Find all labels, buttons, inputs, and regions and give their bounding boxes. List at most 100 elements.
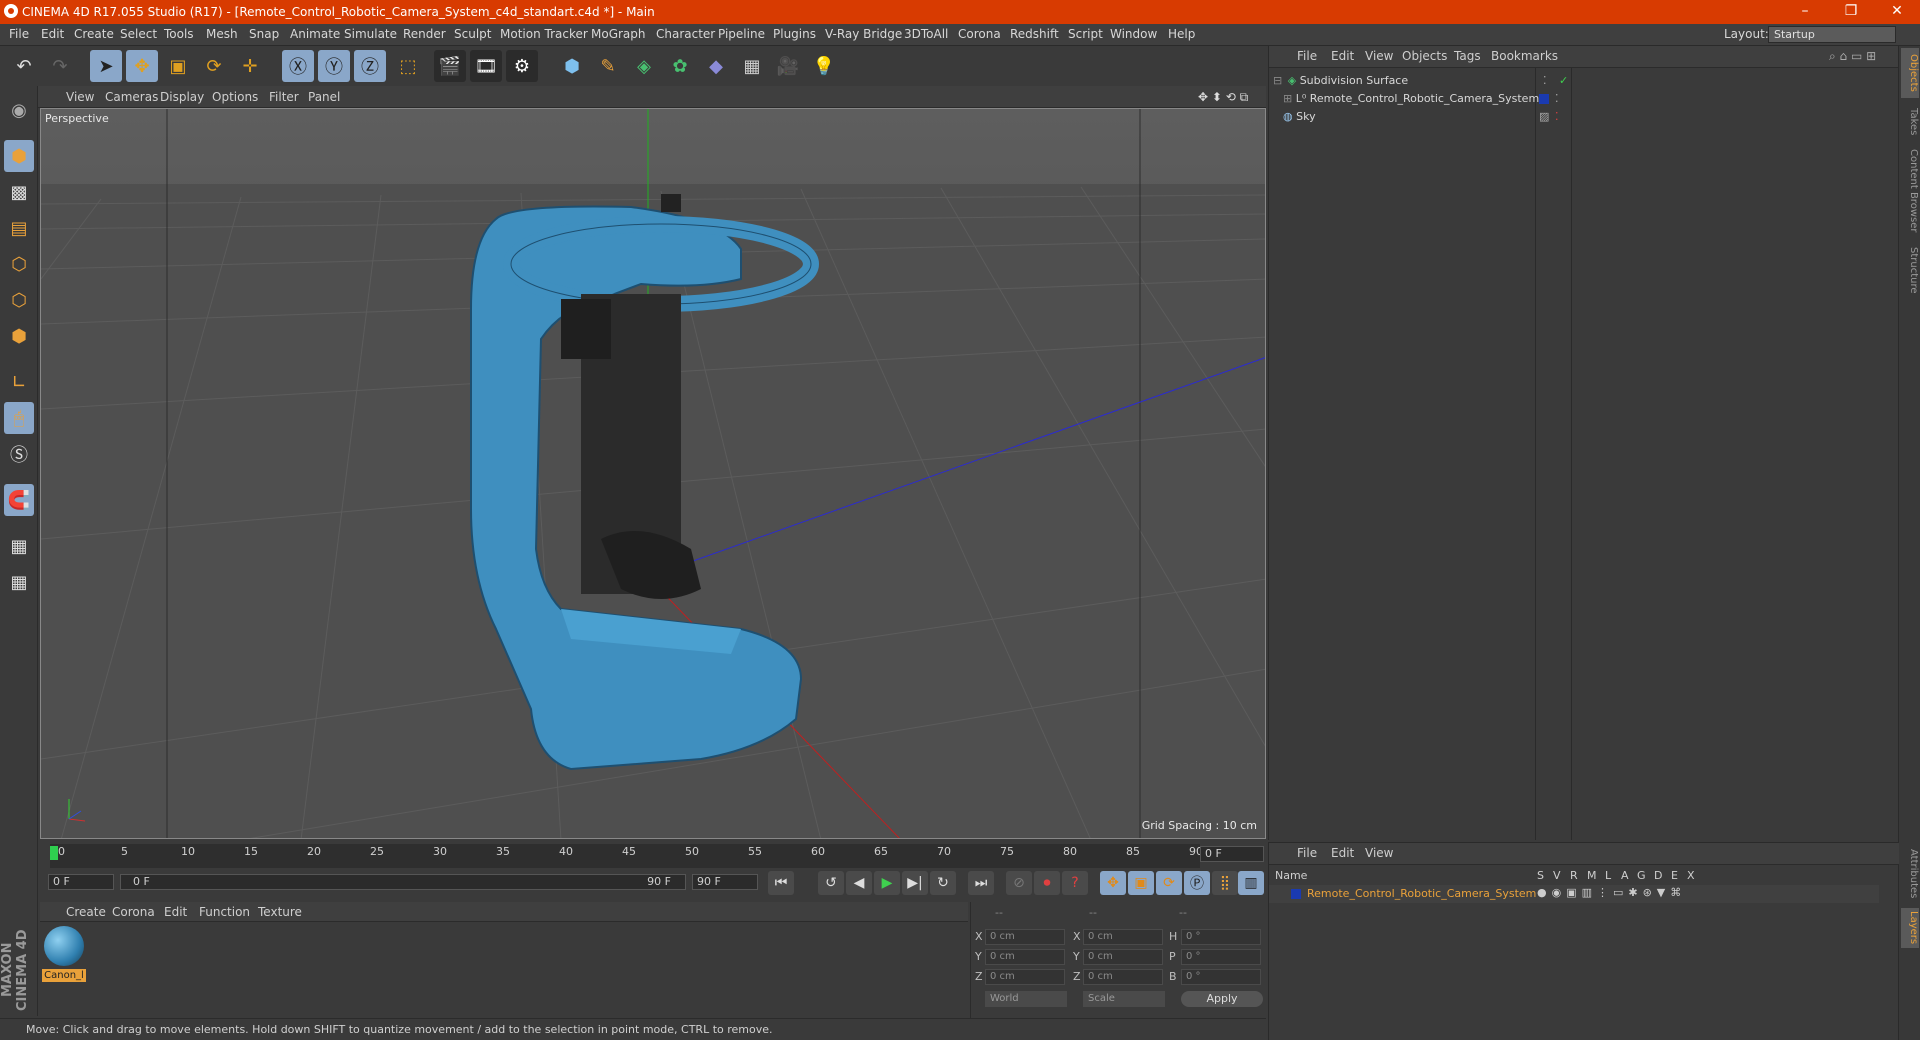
scale-tool-icon[interactable]: ▣ <box>162 50 194 82</box>
cube-primitive-icon[interactable]: ⬢ <box>556 50 588 82</box>
next-keyframe-icon[interactable]: ↻ <box>930 871 956 895</box>
end-frame-field[interactable]: 90 F <box>692 874 758 890</box>
layer-flag-icons[interactable]: ●◉▣▥⋮▭✱⊛▼⌘ <box>1537 886 1686 899</box>
key-pla-icon[interactable]: ⣿ <box>1212 871 1238 895</box>
y-axis-lock-icon[interactable]: Ⓨ <box>318 50 350 82</box>
viewport-menu-cameras[interactable]: Cameras <box>105 90 158 104</box>
visibility-dots-icon[interactable]: ⁚ <box>1543 72 1547 90</box>
object-menu-objects[interactable]: Objects <box>1402 49 1447 63</box>
viewport-menu-panel[interactable]: Panel <box>308 90 340 104</box>
menu-sculpt[interactable]: Sculpt <box>454 27 491 41</box>
polygons-mode-icon[interactable]: ⬢ <box>4 320 34 352</box>
start-frame-field[interactable]: 0 F <box>48 874 114 890</box>
pen-spline-icon[interactable]: ✎ <box>592 50 624 82</box>
menu-plugins[interactable]: Plugins <box>773 27 816 41</box>
material-menu-corona[interactable]: Corona <box>112 905 155 919</box>
layout-select[interactable]: Startup <box>1768 26 1896 43</box>
object-menu-view[interactable]: View <box>1365 49 1393 63</box>
menu-animate[interactable]: Animate <box>290 27 340 41</box>
undo-icon[interactable]: ↶ <box>8 50 40 82</box>
menu-script[interactable]: Script <box>1068 27 1103 41</box>
menu-window[interactable]: Window <box>1110 27 1157 41</box>
close-icon[interactable]: ✕ <box>1874 0 1920 24</box>
tweak-mode-icon[interactable]: 🖱 <box>4 402 34 434</box>
key-rotation-icon[interactable]: ⟳ <box>1156 871 1182 895</box>
layer-menu-edit[interactable]: Edit <box>1331 846 1354 860</box>
menu-mesh[interactable]: Mesh <box>206 27 238 41</box>
object-menu-bookmarks[interactable]: Bookmarks <box>1491 49 1558 63</box>
object-menu-file[interactable]: File <box>1297 49 1317 63</box>
tab-attributes[interactable]: Attributes <box>1901 846 1919 902</box>
x-axis-lock-icon[interactable]: Ⓧ <box>282 50 314 82</box>
light-icon[interactable]: 💡 <box>808 50 840 82</box>
model-mode-icon[interactable]: ⬢ <box>4 140 34 172</box>
previous-frame-icon[interactable]: ◀ <box>846 871 872 895</box>
go-to-start-icon[interactable]: ⏮ <box>768 871 794 895</box>
deformer-icon[interactable]: ◆ <box>700 50 732 82</box>
menu-help[interactable]: Help <box>1168 27 1195 41</box>
menu-vray-bridge[interactable]: V-Ray Bridge <box>825 27 902 41</box>
rotate-tool-icon[interactable]: ⟳ <box>198 50 230 82</box>
planar-workplane-icon[interactable]: ▦ <box>4 566 34 598</box>
move-tool-icon[interactable]: ✥ <box>126 50 158 82</box>
object-row-sky[interactable]: ◍ Sky ▨ ⁚ <box>1283 108 1873 126</box>
render-view-icon[interactable]: 🎬 <box>434 50 466 82</box>
material-menu-edit[interactable]: Edit <box>164 905 187 919</box>
camera-icon[interactable]: 🎥 <box>772 50 804 82</box>
menu-simulate[interactable]: Simulate <box>344 27 397 41</box>
edges-mode-icon[interactable]: ⬡ <box>4 284 34 316</box>
viewport-menu-options[interactable]: Options <box>212 90 258 104</box>
position-y-field[interactable]: 0 cm <box>985 949 1065 965</box>
axis-mode-icon[interactable]: ∟ <box>4 366 34 398</box>
size-mode-select[interactable]: Scale <box>1083 991 1165 1007</box>
solo-mode-icon[interactable]: Ⓢ <box>4 438 34 470</box>
preview-range-slider[interactable]: 0 F 90 F <box>120 874 686 890</box>
menu-3dtoall[interactable]: 3DToAll <box>904 27 948 41</box>
render-settings-icon[interactable]: ⚙ <box>506 50 538 82</box>
apply-button[interactable]: Apply <box>1181 991 1263 1007</box>
next-frame-icon[interactable]: ▶| <box>902 871 928 895</box>
menu-render[interactable]: Render <box>403 27 446 41</box>
tab-takes[interactable]: Takes <box>1901 104 1919 140</box>
render-to-picture-viewer-icon[interactable]: 🎞 <box>470 50 502 82</box>
rotation-p-field[interactable]: 0 ° <box>1181 949 1261 965</box>
size-y-field[interactable]: 0 cm <box>1083 949 1163 965</box>
key-parameter-icon[interactable]: Ⓟ <box>1184 871 1210 895</box>
floor-icon[interactable]: ▦ <box>736 50 768 82</box>
menu-edit[interactable]: Edit <box>41 27 64 41</box>
transform-tool-icon[interactable]: ✛ <box>234 50 266 82</box>
menu-redshift[interactable]: Redshift <box>1010 27 1059 41</box>
menu-snap[interactable]: Snap <box>249 27 279 41</box>
object-menu-tags[interactable]: Tags <box>1454 49 1481 63</box>
viewport-nav-icons[interactable]: ✥ ⬍ ⟲ ⧉ <box>1198 90 1248 105</box>
object-search-icons[interactable]: ⌕ ⌂ ▭ ⊞ <box>1829 49 1876 64</box>
tab-layers[interactable]: Layers <box>1901 908 1919 948</box>
go-to-end-icon[interactable]: ⏭ <box>968 871 994 895</box>
expand-icon[interactable]: ⊞ <box>1283 92 1292 105</box>
material-swatch[interactable]: Canon_l <box>42 926 86 984</box>
menu-corona[interactable]: Corona <box>958 27 1001 41</box>
minimize-icon[interactable]: – <box>1782 0 1828 24</box>
timeline-track[interactable]: 0 5 10 15 20 25 30 35 40 45 50 55 60 65 … <box>50 844 1203 868</box>
tab-structure[interactable]: Structure <box>1901 242 1919 298</box>
collapse-icon[interactable]: ⊟ <box>1273 74 1282 87</box>
coordinate-mode-select[interactable]: World <box>985 991 1067 1007</box>
record-active-objects-icon[interactable]: ⏺ <box>1034 871 1060 895</box>
workplane-mode-icon[interactable]: ▤ <box>4 212 34 244</box>
menu-create[interactable]: Create <box>74 27 114 41</box>
object-row-camera-system[interactable]: ⊞ L⁰ Remote_Control_Robotic_Camera_Syste… <box>1283 90 1873 108</box>
menu-motion-tracker[interactable]: Motion Tracker <box>500 27 588 41</box>
position-x-field[interactable]: 0 cm <box>985 929 1065 945</box>
menu-file[interactable]: File <box>9 27 29 41</box>
tag-icon[interactable]: ▨ <box>1539 108 1549 126</box>
object-menu-edit[interactable]: Edit <box>1331 49 1354 63</box>
coordinate-system-icon[interactable]: ⬚ <box>392 50 424 82</box>
tab-objects[interactable]: Objects <box>1901 48 1919 98</box>
viewport-menu-view[interactable]: View <box>66 90 94 104</box>
perspective-viewport[interactable]: Perspective Grid Spacing : 10 cm <box>40 108 1266 839</box>
material-menu-create[interactable]: Create <box>66 905 106 919</box>
layer-menu-file[interactable]: File <box>1297 846 1317 860</box>
size-z-field[interactable]: 0 cm <box>1083 969 1163 985</box>
make-editable-icon[interactable]: ◉ <box>4 94 34 126</box>
menu-select[interactable]: Select <box>120 27 157 41</box>
